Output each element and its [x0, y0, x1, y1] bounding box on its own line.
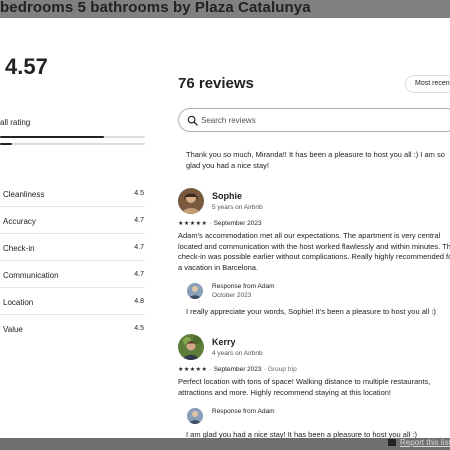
- flag-icon: [388, 439, 396, 446]
- host-response-date: October 2023: [212, 292, 252, 299]
- reviewer-tenure: 5 years on Airbnb: [212, 204, 263, 211]
- avatar[interactable]: [178, 334, 204, 360]
- host-response-text: I really appreciate your words, Sophie! …: [186, 307, 436, 316]
- report-listing-link[interactable]: Report this listing: [388, 438, 450, 447]
- rating-distribution: [0, 136, 145, 150]
- report-listing-label: Report this listing: [400, 438, 450, 447]
- search-icon: [187, 115, 198, 126]
- review-body: Adam's accommodation met all our expecta…: [178, 231, 450, 272]
- category-ratings: Cleanliness 4.5 Accuracy 4.7 Check-in 4.…: [0, 180, 145, 342]
- search-reviews-box[interactable]: [178, 108, 450, 132]
- category-value: 4.5: [134, 190, 144, 197]
- distribution-fill: [0, 136, 105, 138]
- host-response-text: I am glad you had a nice stay! It has be…: [186, 430, 417, 438]
- reviewer-tenure: 4 years on Airbnb: [212, 350, 263, 357]
- trip-type: Group trip: [267, 366, 297, 373]
- category-value: 4.7: [134, 271, 144, 278]
- reviews-count-heading: 76 reviews: [178, 75, 254, 92]
- category-row-accuracy: Accuracy 4.7: [0, 207, 145, 234]
- category-value: 4.8: [134, 298, 144, 305]
- reviewer-name: Sophie: [212, 191, 243, 201]
- category-label: Check-in: [3, 244, 35, 253]
- category-value: 4.7: [134, 244, 144, 251]
- category-row-check-in: Check-in 4.7: [0, 234, 145, 261]
- overall-rating-label: all rating: [0, 118, 31, 127]
- review-date: September 2023: [213, 220, 262, 227]
- category-label: Communication: [3, 271, 59, 280]
- host-response-label: Response from Adam: [212, 408, 275, 415]
- category-row-cleanliness: Cleanliness 4.5: [0, 180, 145, 207]
- avatar[interactable]: [178, 188, 204, 214]
- reviewer-name: Kerry: [212, 337, 236, 347]
- host-avatar[interactable]: [187, 408, 203, 424]
- avatar-photo-icon: [178, 334, 204, 360]
- host-photo-icon: [187, 408, 203, 424]
- category-row-location: Location 4.8: [0, 288, 145, 315]
- overall-score: 4.57: [5, 54, 48, 79]
- category-value: 4.5: [134, 325, 144, 332]
- page-title: bedrooms 5 bathrooms by Plaza Catalunya: [0, 0, 450, 18]
- host-avatar[interactable]: [187, 283, 203, 299]
- avatar-photo-icon: [178, 188, 204, 214]
- review-stars: ★★★★★: [178, 367, 208, 373]
- distribution-bar: [0, 143, 145, 145]
- review-meta: ★★★★★ · September 2023 · Group trip: [178, 366, 297, 373]
- host-response-label: Response from Adam: [212, 283, 275, 290]
- reviews-modal: 4.57 all rating Cleanliness 4.5 Accuracy…: [0, 18, 450, 438]
- category-label: Location: [3, 298, 34, 307]
- review-stars: ★★★★★: [178, 221, 208, 227]
- category-row-value: Value 4.5: [0, 315, 145, 342]
- category-label: Value: [3, 325, 23, 334]
- previous-host-reply: Thank you so much, Miranda!! It has been…: [186, 150, 445, 170]
- host-photo-icon: [187, 283, 203, 299]
- category-row-communication: Communication 4.7: [0, 261, 145, 288]
- distribution-fill: [0, 143, 12, 145]
- review-date: September 2023: [213, 366, 262, 373]
- category-label: Accuracy: [3, 217, 36, 226]
- category-value: 4.7: [134, 217, 144, 224]
- category-label: Cleanliness: [3, 190, 45, 199]
- distribution-bar: [0, 136, 145, 138]
- review-body: Perfect location with tons of space! Wal…: [178, 377, 431, 397]
- review-meta: ★★★★★ · September 2023: [178, 220, 262, 227]
- sort-button[interactable]: Most recent: [405, 75, 450, 93]
- search-input[interactable]: [201, 114, 441, 127]
- page-footer: [0, 438, 450, 450]
